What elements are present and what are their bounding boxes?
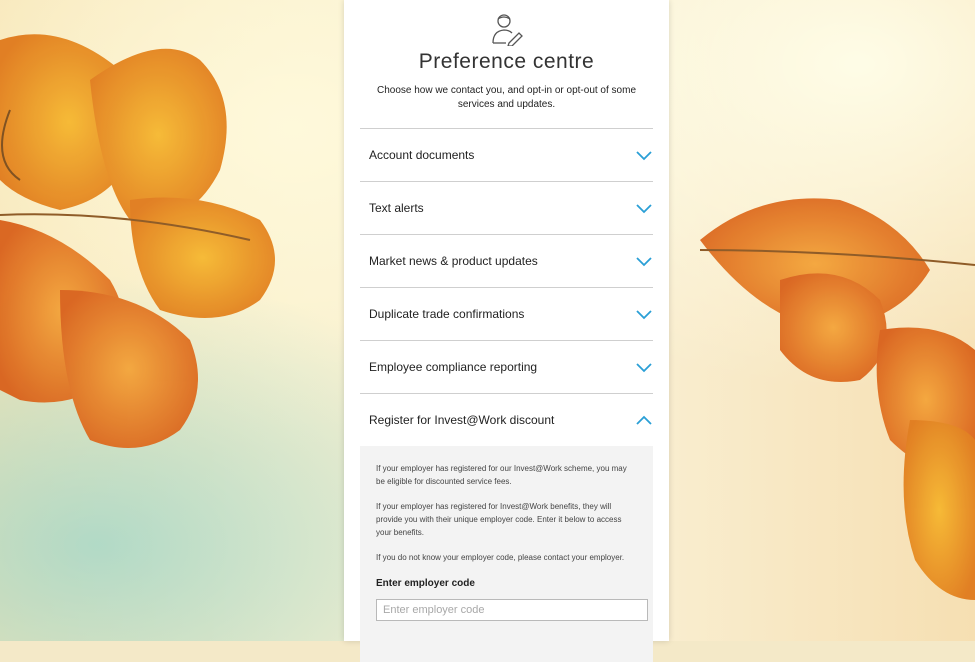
page-title: Preference centre: [418, 50, 595, 73]
invest-work-paragraph: If you do not know your employer code, p…: [376, 553, 625, 562]
chevron-down-icon[interactable]: [635, 361, 653, 373]
invest-work-paragraph: If your employer has registered for Inve…: [376, 502, 622, 537]
page-subtitle: Choose how we contact you, and opt-in or…: [376, 85, 637, 110]
panel-header: Preference centre Choose how we contact …: [344, 0, 669, 112]
employer-code-input[interactable]: [376, 599, 648, 621]
invest-work-paragraph: If your employer has registered for our …: [376, 464, 627, 486]
section-invest-work[interactable]: Register for Invest@Work discount: [360, 394, 653, 446]
user-edit-icon: [491, 14, 523, 46]
section-label: Text alerts: [369, 201, 424, 215]
chevron-down-icon[interactable]: [635, 255, 653, 267]
chevron-up-icon[interactable]: [635, 414, 653, 426]
section-label: Market news & product updates: [369, 254, 538, 268]
section-label: Employee compliance reporting: [369, 360, 538, 374]
section-duplicate-trade-confirmations[interactable]: Duplicate trade confirmations: [360, 288, 653, 341]
section-label: Duplicate trade confirmations: [369, 307, 525, 321]
chevron-down-icon[interactable]: [635, 308, 653, 320]
section-label: Register for Invest@Work discount: [369, 413, 555, 427]
employer-code-label: Enter employer code: [376, 578, 475, 589]
invest-work-details: If your employer has registered for our …: [360, 446, 653, 662]
section-label: Account documents: [369, 148, 475, 162]
section-text-alerts[interactable]: Text alerts: [360, 182, 653, 235]
preference-sections: Account documents Text alerts Market new…: [360, 128, 653, 662]
section-market-news[interactable]: Market news & product updates: [360, 235, 653, 288]
section-employee-compliance[interactable]: Employee compliance reporting: [360, 341, 653, 394]
section-account-documents[interactable]: Account documents: [360, 129, 653, 182]
chevron-down-icon[interactable]: [635, 202, 653, 214]
preference-panel: Preference centre Choose how we contact …: [344, 0, 669, 662]
chevron-down-icon[interactable]: [635, 149, 653, 161]
